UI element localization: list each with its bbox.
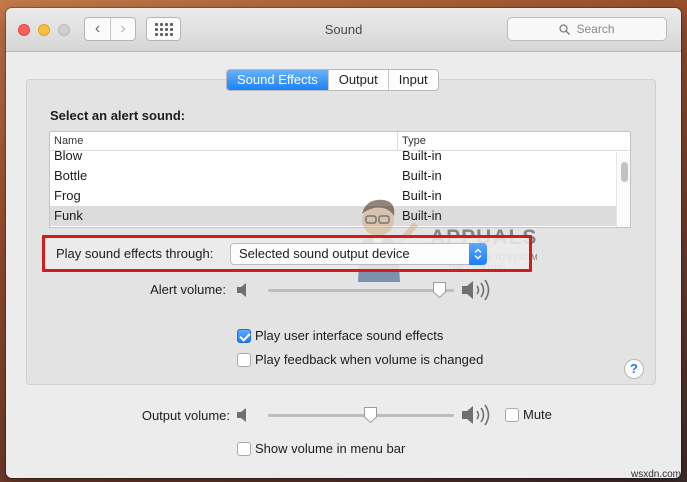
tab-sound-effects[interactable]: Sound Effects [227, 70, 328, 90]
output-volume-track[interactable] [268, 414, 454, 417]
alert-sound-table: Name Type Blow Built-in Bottle Built-in … [49, 131, 631, 228]
row-name: Funk [54, 208, 83, 223]
volume-feedback-checkbox[interactable] [237, 353, 251, 367]
speaker-high-icon [462, 404, 490, 426]
search-icon [559, 23, 571, 35]
sound-preferences-window: ‹ › Sound Search Sound Effects Output In… [6, 8, 681, 478]
alert-volume-label: Alert volume: [150, 282, 226, 297]
search-placeholder: Search [576, 22, 615, 36]
alert-sound-heading: Select an alert sound: [50, 108, 186, 123]
tab-bar: Sound Effects Output Input [226, 69, 439, 91]
ui-sound-effects-checkbox[interactable] [237, 329, 251, 343]
row-type: Built-in [402, 188, 442, 203]
speaker-low-icon [237, 408, 246, 422]
mute-label: Mute [523, 407, 552, 422]
table-row-selected[interactable]: Funk Built-in [50, 206, 630, 226]
output-device-popup[interactable]: Selected sound output device [230, 243, 487, 265]
row-type: Built-in [402, 208, 442, 223]
row-name: Bottle [54, 168, 88, 183]
speaker-high-icon [462, 279, 490, 301]
row-name: Frog [54, 188, 81, 203]
tab-input[interactable]: Input [387, 70, 438, 90]
table-row[interactable]: Blow Built-in [50, 146, 630, 166]
popup-chevrons-icon [469, 243, 487, 265]
ui-sound-effects-label: Play user interface sound effects [255, 328, 444, 343]
output-volume-label: Output volume: [141, 408, 230, 423]
output-device-value: Selected sound output device [239, 246, 410, 261]
table-scrollbar[interactable] [616, 152, 630, 227]
volume-feedback-label: Play feedback when volume is changed [255, 352, 484, 367]
scrollbar-thumb[interactable] [621, 162, 628, 182]
mute-checkbox[interactable] [505, 408, 519, 422]
table-row[interactable]: Bottle Built-in [50, 166, 630, 186]
speaker-low-icon [237, 283, 246, 297]
show-volume-checkbox[interactable] [237, 442, 251, 456]
source-credit: wsxdn.com [630, 469, 681, 480]
alert-volume-track[interactable] [268, 289, 454, 292]
table-row[interactable]: Frog Built-in [50, 186, 630, 206]
row-name: Blow [54, 148, 83, 163]
show-volume-label: Show volume in menu bar [255, 441, 406, 456]
help-button[interactable]: ? [624, 359, 644, 379]
title-bar: ‹ › Sound Search [6, 8, 681, 52]
search-field[interactable]: Search [507, 17, 667, 41]
output-volume-knob[interactable] [363, 406, 378, 424]
tab-output[interactable]: Output [327, 70, 388, 90]
play-through-label: Play sound effects through: [56, 246, 214, 261]
alert-volume-knob[interactable] [432, 281, 447, 299]
play-sound-effects-through-row: Play sound effects through: Selected sou… [42, 235, 532, 272]
row-type: Built-in [402, 168, 442, 183]
row-type: Built-in [402, 148, 442, 163]
